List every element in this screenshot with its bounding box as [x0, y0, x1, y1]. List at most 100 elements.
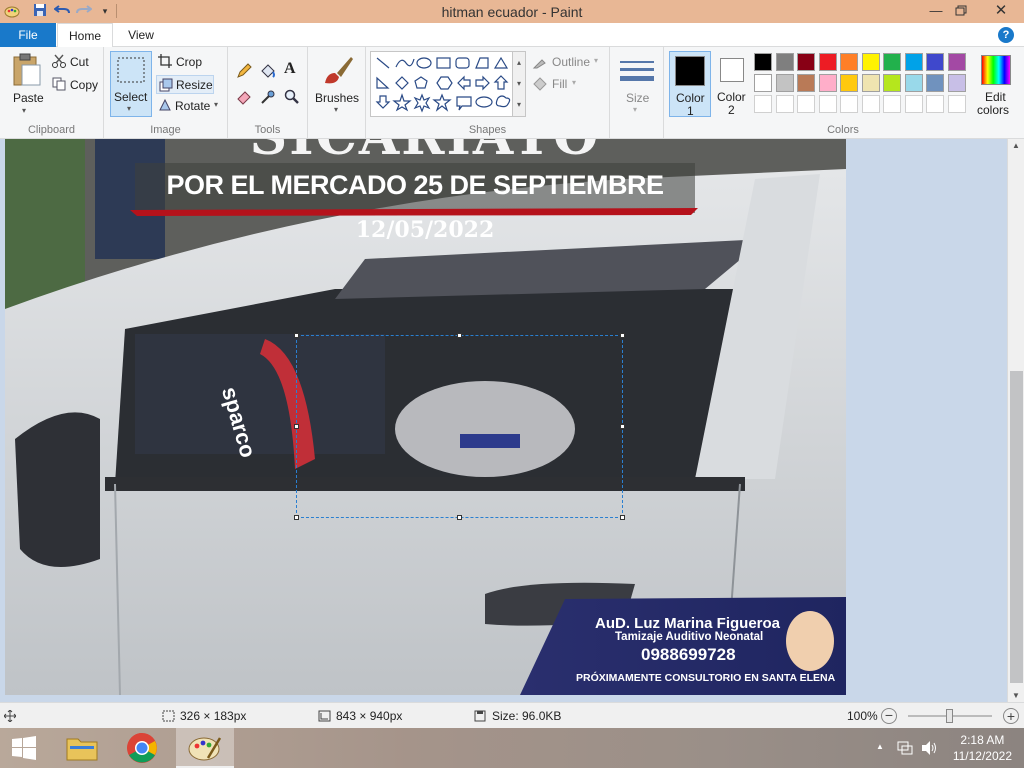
select-button[interactable]: Select ▾ — [110, 51, 152, 117]
palette-swatch[interactable] — [840, 74, 858, 92]
cut-button[interactable]: Cut — [52, 53, 100, 71]
selection-rectangle[interactable] — [294, 333, 625, 520]
size-label: Size — [626, 91, 650, 105]
size-button[interactable]: Size ▾ — [614, 51, 660, 117]
palette-swatch[interactable] — [754, 53, 772, 71]
palette-swatch[interactable] — [947, 74, 966, 92]
pencil-icon[interactable] — [236, 63, 252, 79]
selection-handle-sw[interactable] — [294, 515, 299, 520]
tab-file[interactable]: File — [0, 23, 56, 47]
palette-swatch[interactable] — [883, 95, 901, 113]
zoom-out-button[interactable]: − — [881, 708, 897, 724]
taskbar-clock[interactable]: 2:18 AM 11/12/2022 — [953, 732, 1012, 764]
color1-swatch — [675, 56, 705, 86]
edit-colors-button[interactable]: Edit colors — [976, 51, 1018, 117]
palette-swatch[interactable] — [861, 53, 880, 71]
palette-swatch[interactable] — [861, 95, 880, 113]
vertical-scrollbar[interactable]: ▲ ▼ — [1007, 139, 1024, 702]
taskbar-chrome[interactable] — [116, 728, 172, 768]
palette-swatch[interactable] — [775, 53, 794, 71]
color-picker-icon[interactable] — [260, 89, 276, 105]
palette-swatch[interactable] — [840, 95, 858, 113]
paste-button[interactable]: Paste ▾ — [6, 51, 48, 117]
palette-swatch[interactable] — [797, 74, 815, 92]
color2-button[interactable]: Color 2 — [714, 51, 750, 117]
headline-partial: SICARIATO — [215, 139, 635, 165]
image-canvas[interactable]: SICARIATO POR EL MERCADO 25 DE SEPTIEMBR… — [5, 139, 846, 695]
selection-handle-w[interactable] — [294, 424, 299, 429]
zoom-slider-thumb[interactable] — [946, 709, 953, 723]
palette-swatch[interactable] — [883, 74, 901, 92]
palette-swatch[interactable] — [926, 74, 944, 92]
palette-swatch[interactable] — [818, 53, 837, 71]
palette-swatch[interactable] — [797, 95, 815, 113]
brush-icon — [325, 57, 353, 84]
brushes-button[interactable]: Brushes ▾ — [312, 51, 364, 117]
copy-button[interactable]: Copy — [52, 76, 102, 94]
palette-swatch[interactable] — [818, 74, 837, 92]
rotate-dropdown-icon[interactable]: ▾ — [214, 100, 218, 109]
palette-swatch[interactable] — [904, 95, 923, 113]
palette-swatch[interactable] — [947, 95, 966, 113]
crop-button[interactable]: Crop — [156, 53, 220, 71]
palette-swatch[interactable] — [904, 53, 923, 71]
ad-name: AuD. Luz Marina Figueroa — [595, 615, 781, 632]
selection-handle-ne[interactable] — [620, 333, 625, 338]
image-size-icon — [318, 710, 331, 722]
show-hidden-icons[interactable]: ▲ — [876, 742, 884, 751]
palette-swatch[interactable] — [926, 95, 944, 113]
start-button[interactable] — [0, 728, 56, 768]
selection-handle-se[interactable] — [620, 515, 625, 520]
file-size-text: Size: 96.0KB — [492, 709, 562, 723]
palette-swatch[interactable] — [947, 53, 966, 71]
palette-swatch[interactable] — [840, 53, 858, 71]
fill-dropdown-icon[interactable]: ▾ — [572, 78, 576, 87]
text-tool-icon[interactable]: A — [284, 60, 296, 78]
tab-view[interactable]: View — [114, 23, 168, 47]
scroll-down-icon[interactable]: ▼ — [1012, 691, 1020, 700]
selection-handle-nw[interactable] — [294, 333, 299, 338]
rotate-button[interactable]: Rotate ▾ — [156, 97, 226, 115]
network-icon[interactable] — [896, 739, 914, 757]
palette-swatch[interactable] — [775, 95, 794, 113]
select-dropdown-icon[interactable]: ▾ — [127, 104, 131, 113]
palette-swatch[interactable] — [797, 53, 815, 71]
palette-swatch[interactable] — [883, 53, 901, 71]
palette-swatch[interactable] — [818, 95, 837, 113]
resize-button[interactable]: Resize — [156, 75, 214, 94]
eraser-icon[interactable] — [236, 89, 252, 105]
volume-icon[interactable] — [920, 739, 938, 757]
help-icon[interactable]: ? — [998, 27, 1014, 43]
taskbar-paint[interactable] — [176, 728, 234, 768]
maximize-button[interactable] — [946, 0, 976, 22]
size-dropdown-icon[interactable]: ▾ — [633, 105, 637, 114]
shapes-scroll[interactable]: ▴ ▾ ▾ — [512, 51, 526, 117]
selection-handle-e[interactable] — [620, 424, 625, 429]
fill-bucket-icon[interactable] — [260, 63, 276, 79]
palette-swatch[interactable] — [754, 74, 772, 92]
taskbar-file-explorer[interactable] — [56, 728, 112, 768]
palette-swatch[interactable] — [775, 74, 794, 92]
fill-button[interactable]: Fill ▾ — [532, 75, 592, 93]
close-button[interactable]: ✕ — [983, 0, 1019, 22]
rotate-label: Rotate — [175, 99, 211, 113]
color1-button[interactable]: Color 1 — [669, 51, 711, 118]
selection-handle-s[interactable] — [457, 515, 462, 520]
vertical-scroll-thumb[interactable] — [1010, 371, 1023, 683]
palette-swatch[interactable] — [926, 53, 944, 71]
brushes-dropdown-icon[interactable]: ▾ — [334, 105, 338, 114]
paste-dropdown-icon[interactable]: ▾ — [22, 106, 26, 115]
outline-dropdown-icon[interactable]: ▾ — [594, 56, 598, 65]
zoom-in-button[interactable]: + — [1003, 708, 1019, 724]
shapes-gallery[interactable] — [370, 51, 526, 117]
palette-swatch[interactable] — [904, 74, 923, 92]
selection-handle-n[interactable] — [457, 333, 462, 338]
date-text: 12/05/2022 — [355, 217, 495, 243]
outline-button[interactable]: Outline ▾ — [532, 53, 606, 71]
palette-swatch[interactable] — [861, 74, 880, 92]
tab-home[interactable]: Home — [57, 23, 113, 48]
scroll-up-icon[interactable]: ▲ — [1012, 141, 1020, 150]
palette-swatch[interactable] — [754, 95, 772, 113]
window-title: hitman ecuador - Paint — [441, 4, 583, 20]
magnifier-icon[interactable] — [284, 89, 300, 105]
